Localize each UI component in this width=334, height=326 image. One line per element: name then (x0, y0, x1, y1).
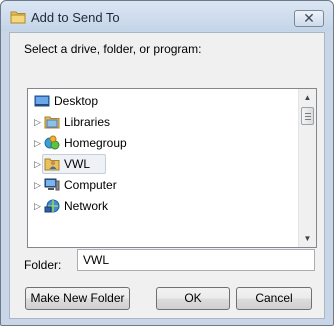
tree-item-label: Homegroup (64, 136, 127, 150)
libraries-icon (44, 116, 60, 129)
dialog-body: Select a drive, folder, or program: Desk… (9, 32, 325, 319)
folder-label: Folder: (24, 258, 62, 272)
tree-item-vwl[interactable]: ▷ VWL (28, 154, 298, 174)
tree-item-computer[interactable]: ▷ Computer (28, 175, 298, 195)
network-icon (44, 199, 60, 213)
tree-item-label: Desktop (54, 94, 99, 108)
window-title: Add to Send To (31, 10, 120, 25)
desktop-icon (34, 95, 50, 107)
folder-tree[interactable]: Desktop ▷ Libraries ▷ Homegroup ▷ VWL ▷ … (27, 88, 317, 248)
tree-scrollbar[interactable]: ▲ ▼ (298, 89, 316, 247)
cancel-button[interactable]: Cancel (236, 287, 312, 310)
expand-arrow-icon[interactable]: ▷ (34, 180, 42, 190)
expand-arrow-icon[interactable]: ▷ (34, 117, 42, 127)
title-bar[interactable]: Add to Send To ✕ (1, 1, 333, 31)
dialog-window: Add to Send To ✕ Select a drive, folder,… (0, 0, 334, 326)
close-icon: ✕ (303, 10, 315, 26)
tree-item-label: Network (64, 199, 109, 213)
user-folder-icon (44, 158, 60, 171)
scroll-down-arrow-icon[interactable]: ▼ (299, 230, 316, 247)
scroll-thumb[interactable] (301, 107, 314, 125)
ok-button[interactable]: OK (156, 287, 230, 310)
scroll-up-arrow-icon[interactable]: ▲ (299, 89, 316, 106)
tree-item-label: VWL (64, 157, 91, 171)
tree-item-homegroup[interactable]: ▷ Homegroup (28, 133, 298, 153)
instruction-text: Select a drive, folder, or program: (24, 42, 202, 56)
close-button[interactable]: ✕ (294, 10, 324, 27)
expand-arrow-icon[interactable]: ▷ (34, 138, 42, 148)
computer-icon (44, 178, 60, 191)
folder-input[interactable] (77, 249, 315, 271)
expand-arrow-icon[interactable]: ▷ (34, 159, 42, 169)
make-new-folder-button[interactable]: Make New Folder (25, 287, 130, 310)
tree-item-libraries[interactable]: ▷ Libraries (28, 112, 298, 132)
tree-item-label: Computer (64, 178, 117, 192)
homegroup-icon (44, 135, 60, 150)
folder-icon (10, 11, 26, 24)
tree-item-network[interactable]: ▷ Network (28, 196, 298, 216)
tree-item-label: Libraries (64, 115, 111, 129)
tree-item-desktop[interactable]: Desktop (28, 91, 298, 111)
expand-arrow-icon[interactable]: ▷ (34, 201, 42, 211)
